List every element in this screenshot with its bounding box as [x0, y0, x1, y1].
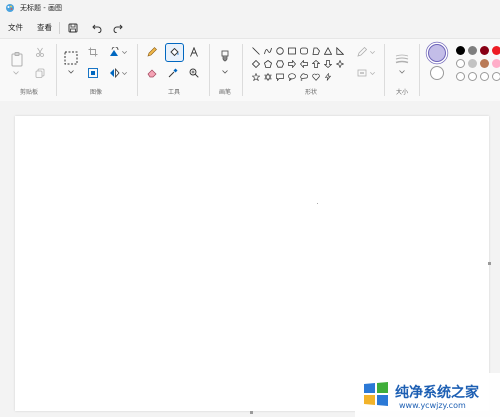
- fill-bucket-icon[interactable]: [168, 46, 180, 58]
- color-picker-icon[interactable]: [167, 67, 179, 79]
- menu-bar: 文件 查看: [0, 16, 500, 38]
- size-dropdown-icon[interactable]: [398, 69, 406, 75]
- palette-swatch[interactable]: [492, 59, 500, 68]
- palette-swatch[interactable]: [456, 46, 465, 55]
- ribbon-separator: [137, 44, 138, 96]
- canvas-resize-handle-right[interactable]: [488, 262, 491, 265]
- group-label-tools: 工具: [167, 89, 180, 96]
- ribbon-separator: [209, 44, 210, 96]
- four-point-star-shape-icon[interactable]: [335, 59, 345, 69]
- rotate-dropdown-icon[interactable]: [121, 49, 127, 55]
- palette-custom-slot[interactable]: [492, 72, 500, 81]
- line-shape-icon[interactable]: [251, 46, 261, 56]
- outline-icon[interactable]: [356, 46, 368, 58]
- title-bar: 无标题 - 画图: [0, 0, 500, 16]
- menu-separator: [59, 22, 60, 34]
- canvas-speck: [317, 203, 318, 204]
- arrow-right-shape-icon[interactable]: [287, 59, 297, 69]
- line-size-icon[interactable]: [394, 53, 410, 65]
- secondary-color[interactable]: [430, 66, 444, 80]
- oval-callout-shape-icon[interactable]: [287, 72, 297, 82]
- eraser-icon[interactable]: [146, 67, 158, 79]
- triangle-shape-icon[interactable]: [323, 46, 333, 56]
- cloud-callout-shape-icon[interactable]: [299, 72, 309, 82]
- pencil-icon[interactable]: [146, 46, 158, 58]
- paste-dropdown-icon[interactable]: [12, 70, 20, 76]
- palette-custom-slot[interactable]: [468, 72, 477, 81]
- brush-dropdown-icon[interactable]: [221, 69, 229, 75]
- menu-file[interactable]: 文件: [8, 23, 23, 32]
- rotate-icon[interactable]: [108, 46, 120, 58]
- fill-style-dropdown-icon[interactable]: [369, 70, 375, 76]
- watermark-logo-icon: [361, 379, 391, 409]
- canvas-resize-handle-bottom[interactable]: [250, 411, 253, 414]
- text-tool-icon[interactable]: [188, 46, 200, 58]
- drawing-canvas[interactable]: [15, 116, 489, 411]
- watermark-url: www.ycwjzy.com: [399, 401, 466, 410]
- group-label-shapes: 形状: [304, 89, 317, 96]
- fill-style-icon[interactable]: [356, 67, 368, 79]
- magnifier-icon[interactable]: [188, 67, 200, 79]
- crop-icon[interactable]: [87, 46, 99, 58]
- right-triangle-shape-icon[interactable]: [335, 46, 345, 56]
- copy-icon[interactable]: [34, 67, 46, 79]
- flip-dropdown-icon[interactable]: [121, 70, 127, 76]
- polygon-shape-icon[interactable]: [311, 46, 321, 56]
- brush-icon[interactable]: [218, 49, 232, 65]
- arrow-left-shape-icon[interactable]: [299, 59, 309, 69]
- pentagon-shape-icon[interactable]: [263, 59, 273, 69]
- undo-icon[interactable]: [91, 22, 102, 33]
- select-dropdown-icon[interactable]: [67, 69, 75, 75]
- palette-swatch[interactable]: [480, 59, 489, 68]
- ribbon-separator: [242, 44, 243, 96]
- rect-callout-shape-icon[interactable]: [275, 72, 285, 82]
- redo-icon[interactable]: [112, 22, 123, 33]
- palette-swatch[interactable]: [468, 46, 477, 55]
- group-label-brushes: 画笔: [218, 89, 231, 96]
- group-label-image: 图像: [89, 89, 102, 96]
- arrow-up-shape-icon[interactable]: [311, 59, 321, 69]
- window-title: 无标题 - 画图: [20, 4, 62, 12]
- outline-dropdown-icon[interactable]: [369, 49, 375, 55]
- five-point-star-shape-icon[interactable]: [251, 72, 261, 82]
- flip-icon[interactable]: [108, 67, 120, 79]
- rounded-rectangle-shape-icon[interactable]: [299, 46, 309, 56]
- palette-custom-slot[interactable]: [480, 72, 489, 81]
- watermark: 纯净系统之家 www.ycwjzy.com: [355, 373, 500, 417]
- ribbon-separator: [384, 44, 385, 96]
- ribbon-separator: [419, 44, 420, 96]
- palette-swatch[interactable]: [468, 59, 477, 68]
- arrow-down-shape-icon[interactable]: [323, 59, 333, 69]
- watermark-brand: 纯净系统之家: [395, 385, 479, 401]
- palette-custom-slot[interactable]: [456, 72, 465, 81]
- rectangle-shape-icon[interactable]: [287, 46, 297, 56]
- lightning-shape-icon[interactable]: [323, 72, 333, 82]
- palette-swatch[interactable]: [492, 46, 500, 55]
- oval-shape-icon[interactable]: [275, 46, 285, 56]
- six-point-star-shape-icon[interactable]: [263, 72, 273, 82]
- cut-icon[interactable]: [34, 46, 46, 58]
- select-icon[interactable]: [63, 50, 79, 66]
- resize-icon[interactable]: [87, 67, 99, 79]
- heart-shape-icon[interactable]: [311, 72, 321, 82]
- primary-color[interactable]: [428, 44, 446, 62]
- hexagon-shape-icon[interactable]: [275, 59, 285, 69]
- diamond-shape-icon[interactable]: [251, 59, 261, 69]
- group-label-clipboard: 剪贴板: [19, 89, 38, 96]
- group-label-size: 大小: [395, 89, 408, 96]
- palette-swatch[interactable]: [480, 46, 489, 55]
- save-icon[interactable]: [67, 22, 78, 33]
- curve-shape-icon[interactable]: [263, 46, 273, 56]
- palette-swatch[interactable]: [456, 59, 465, 68]
- menu-view[interactable]: 查看: [37, 23, 52, 32]
- shapes-gallery: [249, 44, 349, 84]
- ribbon-separator: [56, 44, 57, 96]
- paste-icon[interactable]: [9, 50, 25, 68]
- paint-app-icon: [5, 3, 15, 13]
